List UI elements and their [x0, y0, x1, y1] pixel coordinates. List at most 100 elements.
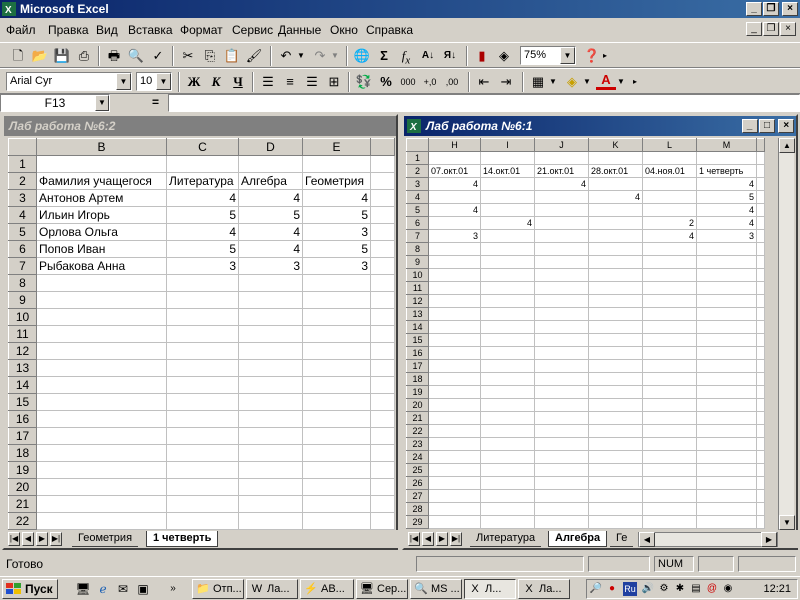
cell[interactable] — [642, 346, 697, 360]
cell[interactable] — [756, 307, 765, 321]
row-header[interactable]: 10 — [406, 268, 429, 282]
italic-icon[interactable]: К — [206, 72, 226, 92]
cell[interactable] — [370, 410, 395, 428]
cell[interactable] — [166, 325, 239, 343]
cell[interactable] — [302, 308, 371, 326]
cell[interactable] — [480, 190, 535, 204]
menu-window[interactable]: Окно — [330, 23, 358, 37]
cell[interactable] — [588, 463, 643, 477]
sort-descending-icon[interactable]: Я↓ — [440, 46, 460, 66]
column-header[interactable]: L — [642, 138, 697, 152]
cell[interactable] — [480, 398, 535, 412]
taskbar-button[interactable]: W Ла... — [246, 579, 298, 599]
cell[interactable] — [588, 151, 643, 165]
close-button[interactable]: × — [782, 2, 798, 16]
vertical-scrollbar[interactable]: ▲ ▼ — [778, 138, 795, 530]
doc-minimize-button[interactable]: _ — [746, 22, 762, 36]
scroll-up-icon[interactable]: ▲ — [779, 138, 795, 153]
cell[interactable] — [428, 398, 481, 412]
cell[interactable] — [696, 424, 757, 438]
scroll-left-icon[interactable]: ◀ — [639, 532, 655, 547]
cell[interactable]: Литература — [166, 172, 239, 190]
cell[interactable] — [166, 359, 239, 377]
row-header[interactable]: 21 — [406, 411, 429, 425]
format-painter-icon[interactable]: 🖌 — [244, 46, 264, 66]
cell[interactable] — [238, 155, 303, 173]
align-center-icon[interactable]: ≡ — [280, 72, 300, 92]
cell[interactable] — [642, 463, 697, 477]
cell[interactable]: 4 — [166, 189, 239, 207]
cell[interactable] — [756, 190, 765, 204]
cell[interactable]: 4 — [642, 229, 697, 243]
cell[interactable] — [642, 255, 697, 269]
cell[interactable] — [642, 190, 697, 204]
row-header[interactable]: 6 — [406, 216, 429, 230]
cell[interactable] — [166, 376, 239, 394]
menu-format[interactable]: Формат — [180, 23, 223, 37]
cell[interactable] — [428, 437, 481, 451]
cell[interactable] — [534, 229, 589, 243]
copy-icon[interactable]: ⎘ — [200, 46, 220, 66]
cell[interactable] — [696, 463, 757, 477]
cell[interactable] — [756, 281, 765, 295]
cell[interactable] — [696, 333, 757, 347]
cell[interactable] — [588, 216, 643, 230]
cell[interactable] — [756, 242, 765, 256]
cell[interactable] — [428, 346, 481, 360]
open-folder-icon[interactable]: 📂 — [30, 46, 50, 66]
network-icon[interactable]: ⚙ — [657, 582, 671, 596]
cell[interactable] — [696, 385, 757, 399]
cell[interactable] — [166, 512, 239, 530]
cell[interactable] — [36, 308, 167, 326]
cell[interactable] — [480, 320, 535, 334]
cell[interactable] — [588, 476, 643, 490]
cell[interactable] — [588, 242, 643, 256]
cell[interactable] — [480, 307, 535, 321]
cell[interactable] — [238, 495, 303, 513]
taskbar-button[interactable]: X Ла... — [518, 579, 570, 599]
cell[interactable] — [588, 320, 643, 334]
cell[interactable] — [534, 216, 589, 230]
cell[interactable] — [480, 203, 535, 217]
cell[interactable] — [166, 274, 239, 292]
row-header[interactable]: 22 — [8, 512, 37, 530]
comma-style-icon[interactable]: 000 — [398, 72, 418, 92]
cell[interactable] — [588, 502, 643, 516]
cell[interactable] — [480, 515, 535, 529]
column-header[interactable]: C — [166, 138, 239, 156]
taskbar-button[interactable]: ⚡ AB... — [300, 579, 354, 599]
cell[interactable] — [756, 502, 765, 516]
sheet-tab-geometry[interactable]: Геометрия — [72, 531, 139, 547]
row-header[interactable]: 15 — [8, 393, 37, 411]
cell[interactable]: 4 — [428, 177, 481, 191]
prev-sheet-icon[interactable]: ◀ — [22, 532, 34, 546]
cell[interactable] — [756, 411, 765, 425]
cell[interactable] — [302, 444, 371, 462]
wb-maximize-button[interactable]: □ — [759, 119, 775, 133]
cell[interactable] — [238, 376, 303, 394]
cell[interactable] — [36, 512, 167, 530]
cell[interactable] — [534, 294, 589, 308]
row-header[interactable]: 4 — [8, 206, 37, 224]
drawing-icon[interactable]: ◈ — [494, 46, 514, 66]
cell[interactable] — [588, 489, 643, 503]
cell[interactable] — [238, 478, 303, 496]
cell[interactable]: 07.окт.01 — [428, 164, 481, 178]
redo-dropdown-icon[interactable]: ▼ — [330, 46, 340, 66]
cell[interactable]: 1 четверть — [696, 164, 757, 178]
cell[interactable]: 4 — [480, 216, 535, 230]
cell[interactable]: 4 — [238, 223, 303, 241]
merge-cells-icon[interactable]: ⊞ — [324, 72, 344, 92]
cell[interactable] — [36, 359, 167, 377]
font-name-select[interactable]: Arial Cyr ▼ — [6, 72, 132, 91]
cell[interactable] — [756, 385, 765, 399]
row-header[interactable]: 26 — [406, 476, 429, 490]
cell[interactable] — [534, 463, 589, 477]
mail-icon[interactable]: @ — [705, 582, 719, 596]
cell[interactable] — [166, 291, 239, 309]
cell[interactable] — [642, 177, 697, 191]
doc-close-button[interactable]: × — [780, 22, 796, 36]
column-header[interactable]: M — [696, 138, 757, 152]
cell[interactable]: Ильин Игорь — [36, 206, 167, 224]
cell[interactable]: 14.окт.01 — [480, 164, 535, 178]
